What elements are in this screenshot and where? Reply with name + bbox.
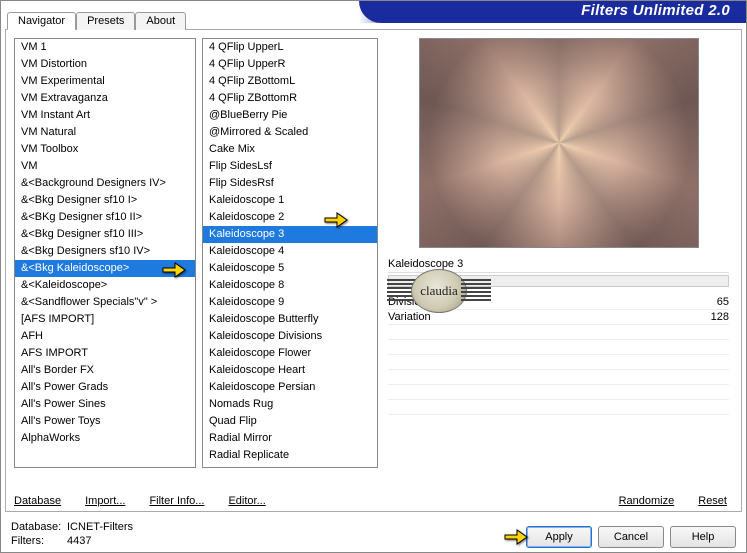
category-item[interactable]: &<Bkg Designers sf10 IV> bbox=[15, 243, 195, 260]
filter-item[interactable]: Flip SidesLsf bbox=[203, 158, 377, 175]
navigator-panel: VM 1VM DistortionVM ExperimentalVM Extra… bbox=[5, 29, 742, 512]
filter-name-slider[interactable] bbox=[388, 275, 729, 287]
category-item[interactable]: AFS IMPORT bbox=[15, 345, 195, 362]
filter-item[interactable]: Flip SidesRsf bbox=[203, 175, 377, 192]
category-item[interactable]: VM Distortion bbox=[15, 56, 195, 73]
category-item[interactable]: &<BKg Designer sf10 II> bbox=[15, 209, 195, 226]
app-title: Filters Unlimited 2.0 bbox=[581, 2, 730, 19]
category-item[interactable]: All's Power Toys bbox=[15, 413, 195, 430]
category-item[interactable]: VM Toolbox bbox=[15, 141, 195, 158]
footer: Database:ICNET-Filters Filters:4437 Appl… bbox=[11, 520, 736, 548]
filter-list[interactable]: 4 QFlip UpperL4 QFlip UpperR4 QFlip ZBot… bbox=[202, 38, 378, 468]
tab-navigator[interactable]: Navigator bbox=[7, 12, 76, 30]
help-button[interactable]: Help bbox=[670, 526, 736, 548]
filter-item[interactable]: Kaleidoscope 2 bbox=[203, 209, 377, 226]
category-item[interactable]: &<Bkg Designer sf10 I> bbox=[15, 192, 195, 209]
tabs: Navigator Presets About bbox=[7, 12, 186, 30]
category-item[interactable]: &<Sandflower Specials"v" > bbox=[15, 294, 195, 311]
footer-info: Database:ICNET-Filters Filters:4437 bbox=[11, 520, 133, 548]
filter-item[interactable]: Nomads Rug bbox=[203, 396, 377, 413]
filter-name-label: Kaleidoscope 3 bbox=[388, 258, 463, 270]
filter-item[interactable]: Kaleidoscope Divisions bbox=[203, 328, 377, 345]
category-item[interactable]: &<Kaleidoscope> bbox=[15, 277, 195, 294]
category-item[interactable]: VM Experimental bbox=[15, 73, 195, 90]
preview-image bbox=[419, 38, 699, 248]
param-value: 65 bbox=[689, 296, 729, 308]
category-item[interactable]: VM Instant Art bbox=[15, 107, 195, 124]
category-item[interactable]: VM bbox=[15, 158, 195, 175]
param-label: Divisions bbox=[388, 296, 468, 308]
param-label: Variation bbox=[388, 311, 468, 323]
param-row[interactable]: Divisions 65 bbox=[388, 295, 729, 310]
filter-item[interactable]: 4 QFlip UpperR bbox=[203, 56, 377, 73]
filter-info-link[interactable]: Filter Info... bbox=[149, 495, 204, 507]
filter-item[interactable]: Kaleidoscope 1 bbox=[203, 192, 377, 209]
filter-item[interactable]: Radial Mirror bbox=[203, 430, 377, 447]
filter-item[interactable]: Kaleidoscope Butterfly bbox=[203, 311, 377, 328]
filter-item[interactable]: Kaleidoscope 9 bbox=[203, 294, 377, 311]
category-item[interactable]: VM Extravaganza bbox=[15, 90, 195, 107]
category-item[interactable]: All's Power Sines bbox=[15, 396, 195, 413]
category-item[interactable]: All's Border FX bbox=[15, 362, 195, 379]
param-row[interactable]: Variation 128 bbox=[388, 310, 729, 325]
filter-item[interactable]: Quad Flip bbox=[203, 413, 377, 430]
filter-item[interactable]: Kaleidoscope 8 bbox=[203, 277, 377, 294]
randomize-link[interactable]: Randomize bbox=[619, 495, 675, 507]
tab-about[interactable]: About bbox=[135, 12, 186, 30]
panel-bottom-bar: Database Import... Filter Info... Editor… bbox=[14, 495, 733, 507]
category-item[interactable]: AlphaWorks bbox=[15, 430, 195, 447]
cancel-button[interactable]: Cancel bbox=[598, 526, 664, 548]
filter-item[interactable]: 4 QFlip UpperL bbox=[203, 39, 377, 56]
filter-item[interactable]: Kaleidoscope Persian bbox=[203, 379, 377, 396]
filter-item[interactable]: @BlueBerry Pie bbox=[203, 107, 377, 124]
filter-item[interactable]: Kaleidoscope Flower bbox=[203, 345, 377, 362]
category-item[interactable]: AFH bbox=[15, 328, 195, 345]
editor-link[interactable]: Editor... bbox=[228, 495, 265, 507]
filter-item[interactable]: Kaleidoscope 4 bbox=[203, 243, 377, 260]
filter-item[interactable]: Kaleidoscope Heart bbox=[203, 362, 377, 379]
category-item[interactable]: &<Bkg Designer sf10 III> bbox=[15, 226, 195, 243]
filter-item[interactable]: Cake Mix bbox=[203, 141, 377, 158]
category-list[interactable]: VM 1VM DistortionVM ExperimentalVM Extra… bbox=[14, 38, 196, 468]
filter-item[interactable]: 4 QFlip ZBottomR bbox=[203, 90, 377, 107]
filter-item[interactable]: Kaleidoscope 3 bbox=[203, 226, 377, 243]
database-link[interactable]: Database bbox=[14, 495, 61, 507]
filter-item[interactable]: @Mirrored & Scaled bbox=[203, 124, 377, 141]
category-item[interactable]: VM Natural bbox=[15, 124, 195, 141]
category-item[interactable]: &<Background Designers IV> bbox=[15, 175, 195, 192]
import-link[interactable]: Import... bbox=[85, 495, 125, 507]
category-item[interactable]: [AFS IMPORT] bbox=[15, 311, 195, 328]
param-value: 128 bbox=[689, 311, 729, 323]
preview-pane: Kaleidoscope 3 Divisions 65 Variation 128 bbox=[384, 38, 733, 483]
filter-item[interactable]: Radial Replicate bbox=[203, 447, 377, 464]
filter-item[interactable]: 4 QFlip ZBottomL bbox=[203, 73, 377, 90]
filter-item[interactable]: Kaleidoscope 5 bbox=[203, 260, 377, 277]
category-item[interactable]: All's Power Grads bbox=[15, 379, 195, 396]
category-item[interactable]: &<Bkg Kaleidoscope> bbox=[15, 260, 195, 277]
tab-presets[interactable]: Presets bbox=[76, 12, 135, 30]
reset-link[interactable]: Reset bbox=[698, 495, 727, 507]
apply-button[interactable]: Apply bbox=[526, 526, 592, 548]
category-item[interactable]: VM 1 bbox=[15, 39, 195, 56]
